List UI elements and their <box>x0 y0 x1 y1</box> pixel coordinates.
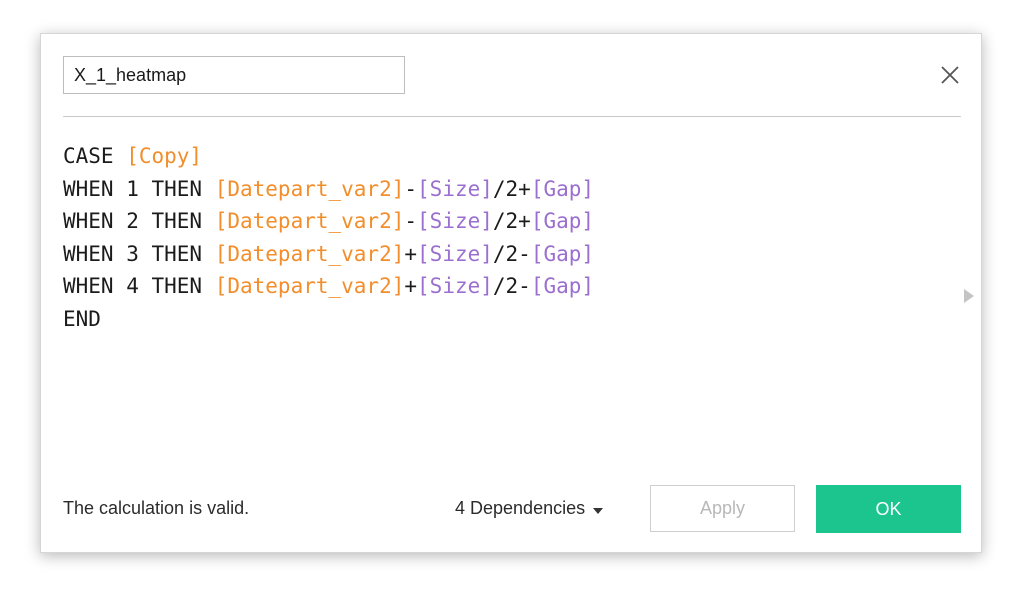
code-keyword: WHEN 3 THEN <box>63 241 215 266</box>
code-field-reference: [Gap] <box>530 241 595 266</box>
caret-down-icon <box>593 498 604 519</box>
code-field-reference: [Gap] <box>530 274 595 298</box>
code-operator: /2- <box>492 274 531 298</box>
header-divider <box>63 116 961 117</box>
code-line: CASE [Copy] <box>63 140 943 173</box>
code-operator: - <box>404 176 418 201</box>
code-field-reference: [Size] <box>417 176 493 201</box>
close-icon <box>941 66 959 84</box>
code-operator: + <box>404 274 418 298</box>
close-button[interactable] <box>939 64 961 86</box>
code-operator: - <box>404 209 418 233</box>
code-field-reference: [Gap] <box>530 176 595 201</box>
chevron-right-icon <box>964 289 974 303</box>
dependencies-dropdown[interactable]: 4 Dependencies <box>455 498 604 519</box>
formula-editor[interactable]: CASE [Copy] WHEN 1 THEN [Datepart_var2]-[… <box>63 140 943 470</box>
code-keyword: END <box>63 306 101 331</box>
code-field-reference: [Gap] <box>530 209 595 233</box>
code-field-reference: [Size] <box>417 241 493 266</box>
code-line: WHEN 3 THEN [Datepart_var2]+[Size]/2-[Ga… <box>63 238 943 271</box>
code-operator: /2+ <box>492 176 531 201</box>
code-field-reference: [Datepart_var2] <box>214 241 405 266</box>
calculation-name-input[interactable] <box>63 56 405 94</box>
code-line: END <box>63 303 943 336</box>
code-line: WHEN 4 THEN [Datepart_var2]+[Size]/2-[Ga… <box>63 270 943 303</box>
code-field-reference: [Datepart_var2] <box>214 274 405 298</box>
code-operator: /2+ <box>492 209 531 233</box>
dependencies-label: 4 Dependencies <box>455 498 586 518</box>
calculation-dialog: CASE [Copy]WHEN 1 THEN [Datepart_var2]-[… <box>40 33 982 553</box>
expand-panel-button[interactable] <box>964 289 974 303</box>
code-keyword: WHEN 1 THEN <box>63 176 215 201</box>
ok-button[interactable]: OK <box>816 485 961 533</box>
code-field-reference: [Datepart_var2] <box>214 176 405 201</box>
code-keyword: CASE <box>63 144 127 168</box>
code-operator: + <box>404 241 418 266</box>
code-field-reference: [Datepart_var2] <box>214 209 405 233</box>
code-field-reference: [Copy] <box>126 144 203 168</box>
code-operator: /2- <box>492 241 531 266</box>
code-line: WHEN 2 THEN [Datepart_var2]-[Size]/2+[Ga… <box>63 205 943 238</box>
code-field-reference: [Size] <box>417 209 493 233</box>
validation-status: The calculation is valid. <box>63 498 250 518</box>
code-keyword: WHEN 2 THEN <box>63 209 215 233</box>
code-field-reference: [Size] <box>417 274 493 298</box>
code-keyword: WHEN 4 THEN <box>63 274 215 298</box>
apply-button[interactable]: Apply <box>650 485 795 532</box>
code-line: WHEN 1 THEN [Datepart_var2]-[Size]/2+[Ga… <box>63 173 943 206</box>
